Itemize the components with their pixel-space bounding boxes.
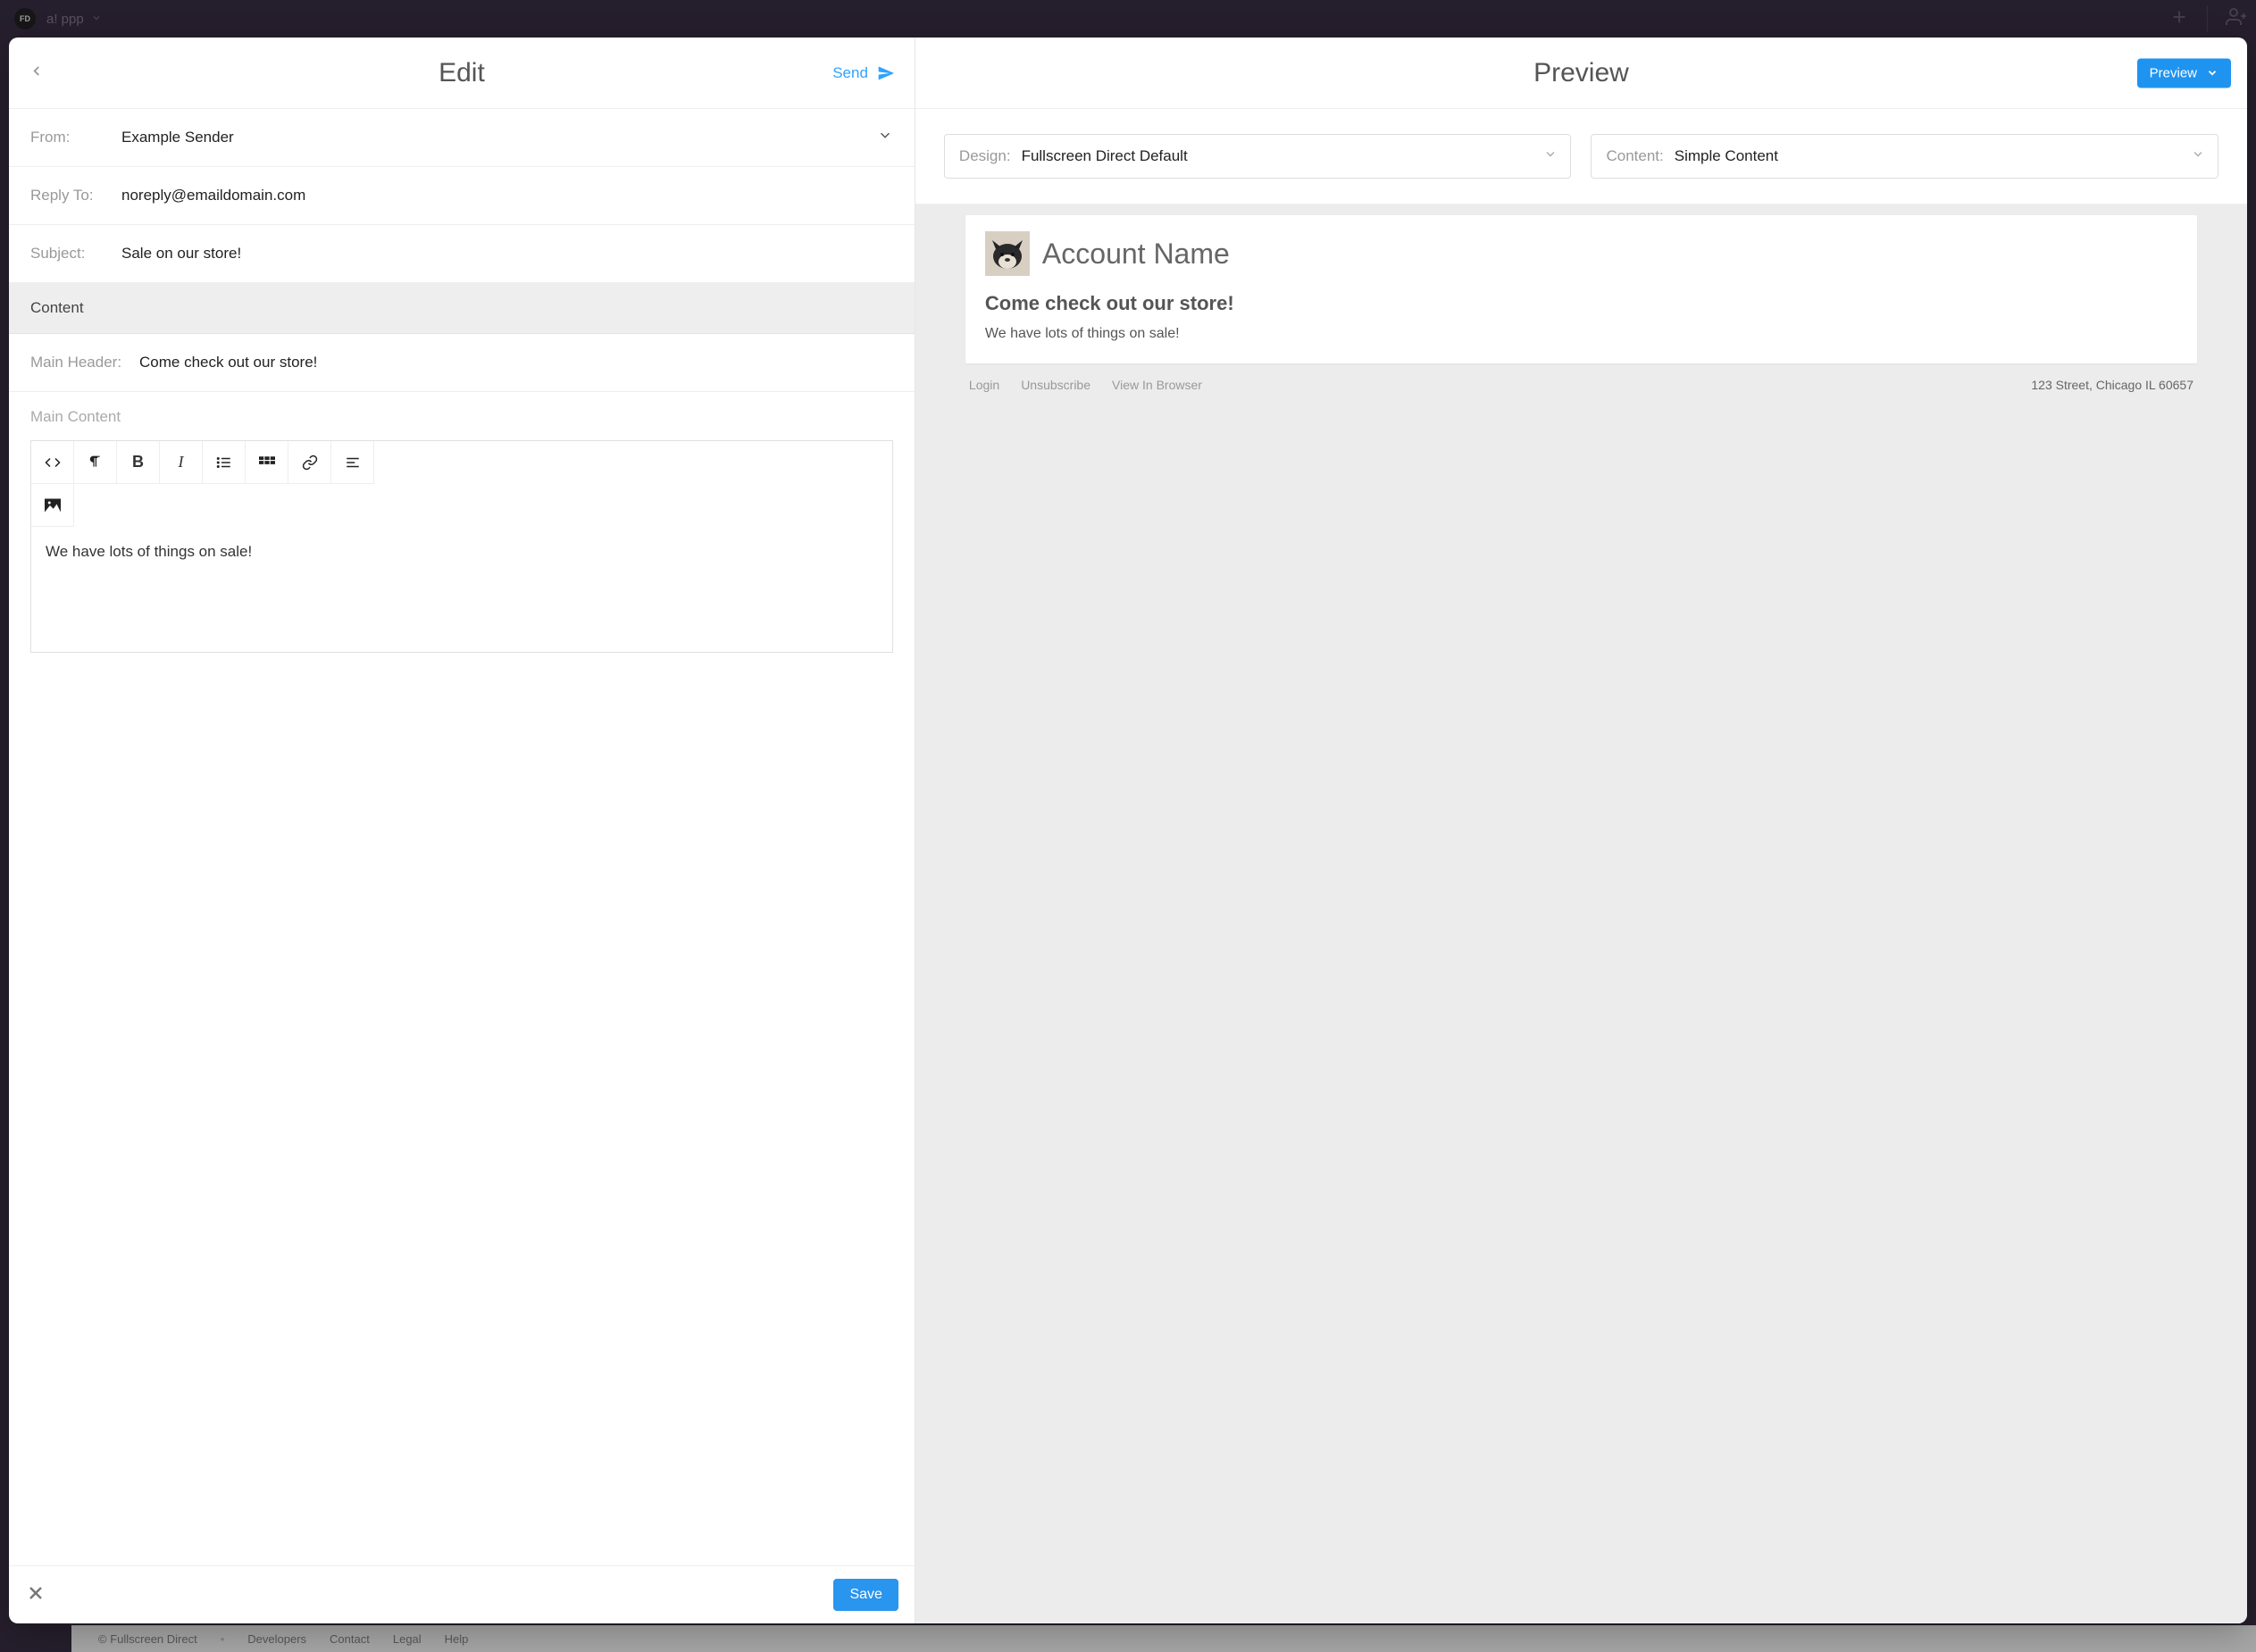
account-avatar — [985, 231, 1030, 276]
main-header-value: Come check out our store! — [139, 354, 317, 371]
align-icon[interactable] — [331, 441, 374, 484]
edit-header: Edit Send — [9, 38, 915, 109]
form-area: From: Example Sender Reply To: noreply@e… — [9, 109, 915, 1565]
account-name: Account Name — [1042, 238, 1230, 271]
preview-controls: Design: Fullscreen Direct Default Conten… — [915, 109, 2247, 204]
reply-to-row[interactable]: Reply To: noreply@emaildomain.com — [9, 167, 915, 225]
code-icon[interactable] — [31, 441, 74, 484]
italic-icon[interactable]: I — [160, 441, 203, 484]
email-footer: Login Unsubscribe View In Browser 123 St… — [965, 363, 2197, 406]
subject-label: Subject: — [30, 245, 109, 263]
content-select[interactable]: Content: Simple Content — [1591, 134, 2218, 179]
subject-value: Sale on our store! — [121, 245, 241, 263]
main-content-label: Main Content — [30, 408, 893, 426]
send-label: Send — [832, 64, 868, 82]
from-value: Example Sender — [121, 129, 234, 146]
edit-pane: Edit Send From: Example Sender Reply To:… — [9, 38, 915, 1623]
design-select[interactable]: Design: Fullscreen Direct Default — [944, 134, 1572, 179]
design-label: Design: — [959, 147, 1011, 165]
content-section-header: Content — [9, 283, 915, 334]
preview-pane: Preview Preview Design: Fullscreen Direc… — [915, 38, 2247, 1623]
editor-textarea[interactable]: We have lots of things on sale! — [31, 527, 892, 652]
preview-title: Preview — [1533, 58, 1629, 88]
bold-icon[interactable]: B — [117, 441, 160, 484]
unordered-list-icon[interactable] — [203, 441, 246, 484]
email-body: We have lots of things on sale! — [985, 326, 2177, 342]
rich-text-editor: B I — [30, 440, 893, 653]
save-button[interactable]: Save — [833, 1579, 898, 1611]
footer-address: 123 Street, Chicago IL 60657 — [2031, 378, 2193, 392]
main-header-label: Main Header: — [30, 354, 127, 371]
edit-bottom-bar: Save — [9, 1565, 915, 1623]
table-icon[interactable] — [246, 441, 288, 484]
preview-canvas: Account Name Come check out our store! W… — [915, 204, 2247, 1623]
preview-header: Preview Preview — [915, 38, 2247, 109]
footer-login-link[interactable]: Login — [969, 378, 999, 392]
preview-dropdown-button[interactable]: Preview — [2137, 58, 2231, 88]
from-row[interactable]: From: Example Sender — [9, 109, 915, 167]
email-editor-modal: Edit Send From: Example Sender Reply To:… — [9, 38, 2247, 1623]
design-value: Fullscreen Direct Default — [1022, 147, 1188, 165]
from-label: From: — [30, 129, 109, 146]
content-label: Content: — [1606, 147, 1663, 165]
email-heading: Come check out our store! — [985, 292, 2177, 315]
chevron-down-icon[interactable] — [877, 128, 893, 148]
email-preview-card: Account Name Come check out our store! W… — [965, 215, 2197, 363]
chevron-down-icon — [2206, 67, 2218, 79]
content-value: Simple Content — [1675, 147, 1778, 165]
main-header-row[interactable]: Main Header: Come check out our store! — [9, 334, 915, 392]
footer-unsubscribe-link[interactable]: Unsubscribe — [1021, 378, 1090, 392]
close-button[interactable] — [25, 1582, 46, 1608]
paragraph-icon[interactable] — [74, 441, 117, 484]
image-icon[interactable] — [31, 484, 74, 527]
main-content-block: Main Content B I — [9, 392, 915, 674]
subject-row[interactable]: Subject: Sale on our store! — [9, 225, 915, 283]
back-button[interactable] — [29, 58, 45, 88]
footer-view-browser-link[interactable]: View In Browser — [1112, 378, 1202, 392]
edit-title: Edit — [439, 58, 485, 88]
editor-toolbar: B I — [31, 441, 892, 527]
send-button[interactable]: Send — [832, 64, 895, 82]
chevron-down-icon — [1543, 147, 1558, 166]
link-icon[interactable] — [288, 441, 331, 484]
reply-to-value: noreply@emaildomain.com — [121, 187, 305, 204]
reply-to-label: Reply To: — [30, 187, 109, 204]
chevron-down-icon — [2191, 147, 2205, 166]
paper-plane-icon — [877, 64, 895, 82]
